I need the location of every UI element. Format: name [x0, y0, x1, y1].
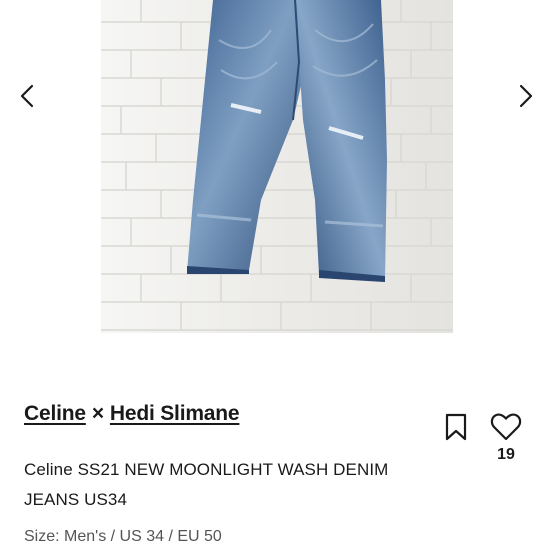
listing-size: Size: Men's / US 34 / EU 50 [24, 528, 222, 545]
save-button[interactable] [444, 413, 468, 441]
jeans-image [101, 0, 453, 333]
designer-link-celine[interactable]: Celine [24, 402, 86, 425]
gallery-next-button[interactable] [509, 80, 541, 112]
image-gallery[interactable] [0, 0, 554, 340]
designer-line: Celine × Hedi Slimane [24, 402, 240, 426]
chevron-right-icon [519, 84, 533, 108]
gallery-prev-button[interactable] [12, 80, 44, 112]
heart-icon [490, 413, 522, 441]
like-count: 19 [497, 446, 515, 463]
chevron-left-icon [20, 84, 34, 108]
product-photo[interactable] [101, 0, 453, 333]
designer-separator: × [91, 402, 104, 425]
listing-title: Celine SS21 NEW MOONLIGHT WASH DENIM JEA… [24, 460, 389, 509]
like-button[interactable] [490, 412, 522, 442]
bookmark-icon [445, 413, 467, 441]
designer-link-hedi-slimane[interactable]: Hedi Slimane [110, 402, 240, 425]
